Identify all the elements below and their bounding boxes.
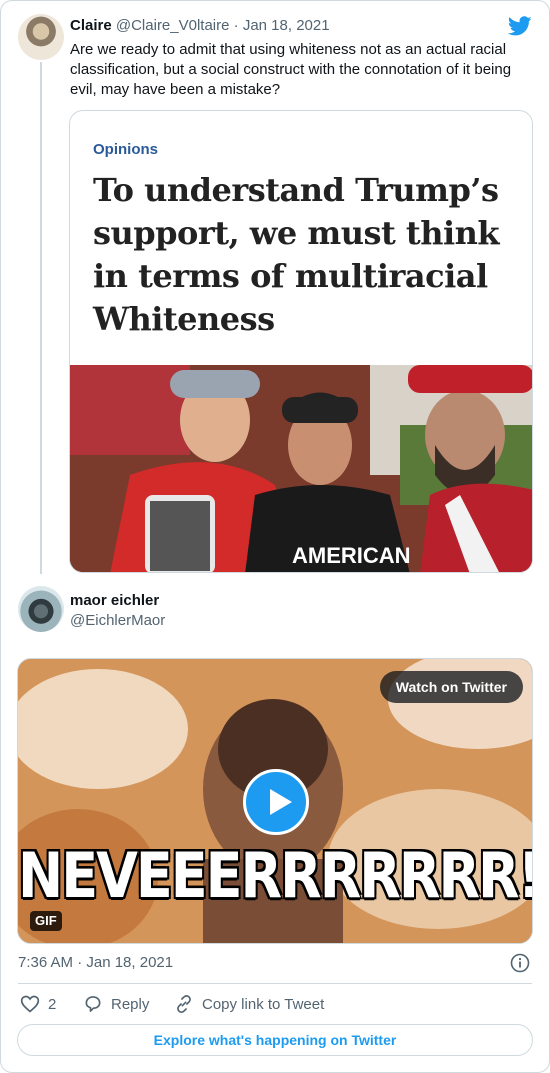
separator: · bbox=[233, 17, 239, 34]
gif-media[interactable]: Watch on Twitter NEVEEERRRRRRR!! GIF bbox=[17, 658, 533, 944]
author-handle[interactable]: @Claire_V0ltaire bbox=[116, 17, 230, 34]
reply-icon bbox=[85, 996, 101, 1012]
tweet-text: Are we ready to admit that using whitene… bbox=[70, 41, 512, 98]
gif-caption: NEVEEERRRRRRR!! bbox=[18, 839, 533, 912]
avatar[interactable] bbox=[18, 14, 64, 60]
like-count: 2 bbox=[48, 995, 57, 1013]
author-name[interactable]: Claire bbox=[70, 17, 112, 34]
tweet-date[interactable]: Jan 18, 2021 bbox=[243, 17, 330, 34]
heart-icon bbox=[20, 995, 40, 1013]
twitter-bird-icon[interactable] bbox=[508, 14, 532, 38]
divider bbox=[18, 983, 532, 984]
thread-connector bbox=[40, 62, 42, 574]
card-photo: AMERICAN bbox=[70, 365, 532, 572]
info-icon[interactable] bbox=[510, 953, 530, 973]
copy-link-button[interactable]: Copy link to Tweet bbox=[174, 994, 324, 1014]
card-kicker: Opinions bbox=[93, 141, 158, 158]
like-button[interactable]: 2 bbox=[20, 994, 56, 1014]
author-name[interactable]: maor eichler bbox=[70, 592, 159, 609]
link-icon bbox=[177, 995, 191, 1013]
watch-on-twitter-button[interactable]: Watch on Twitter bbox=[379, 671, 523, 703]
card-headline: To understand Trump’s support, we must t… bbox=[93, 171, 500, 338]
play-icon[interactable] bbox=[243, 769, 309, 835]
tweet-header: Claire @Claire_V0ltaire · Jan 18, 2021 bbox=[70, 17, 330, 34]
avatar[interactable] bbox=[18, 586, 64, 632]
reply-label: Reply bbox=[111, 995, 150, 1013]
gif-badge: GIF bbox=[30, 911, 62, 931]
link-card[interactable]: Opinions To understand Trump’s support, … bbox=[69, 110, 533, 573]
reply-button[interactable]: Reply bbox=[83, 994, 149, 1014]
tweet-timestamp[interactable]: 7:36 AM · Jan 18, 2021 bbox=[18, 954, 173, 971]
photo-shirt-text: AMERICAN bbox=[292, 543, 411, 568]
explore-twitter-button[interactable]: Explore what's happening on Twitter bbox=[17, 1024, 533, 1056]
author-handle[interactable]: @EichlerMaor bbox=[70, 612, 165, 629]
copy-link-label: Copy link to Tweet bbox=[202, 995, 325, 1013]
